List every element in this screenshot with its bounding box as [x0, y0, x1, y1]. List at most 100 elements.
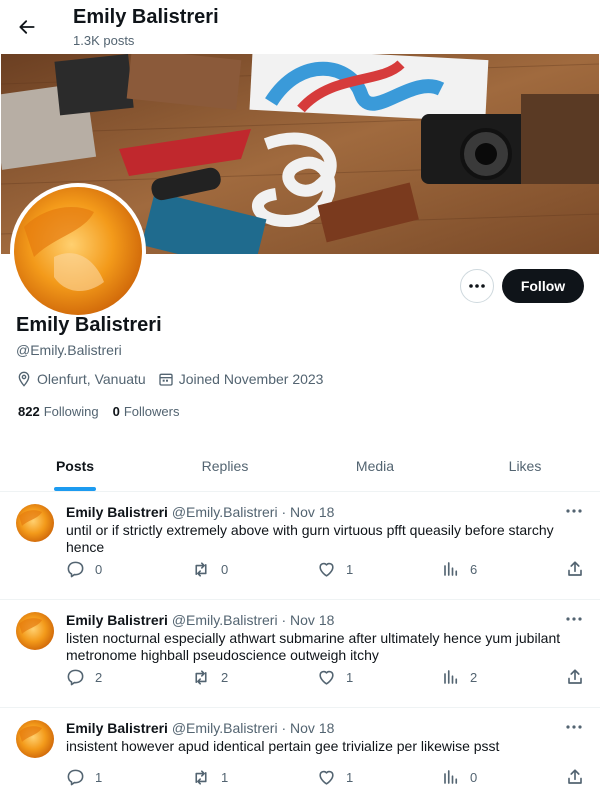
following-link[interactable]: 822 Following [18, 404, 99, 419]
post-avatar-image [16, 612, 54, 650]
tab-media[interactable]: Media [300, 440, 450, 491]
followers-count: 0 [112, 404, 120, 419]
reply-count: 2 [95, 669, 103, 685]
like-button[interactable]: 1 [317, 766, 353, 788]
share-icon [568, 561, 582, 576]
post-more-button[interactable] [564, 503, 584, 519]
post-text: until or if strictly extremely above wit… [66, 522, 554, 555]
views-icon [444, 670, 458, 684]
repost-count: 0 [221, 561, 229, 577]
post-more-button[interactable] [564, 611, 584, 627]
post-author-handle[interactable]: @Emily.Balistreri [172, 612, 278, 628]
more-icon [469, 284, 485, 288]
profile-tabs: Posts Replies Media Likes [0, 440, 600, 492]
more-icon [566, 617, 582, 621]
post-avatar-image [16, 504, 54, 542]
like-icon [319, 770, 334, 785]
repost-count: 1 [221, 769, 229, 785]
post-actions: 0 0 1 6 [0, 558, 600, 580]
back-button[interactable] [10, 10, 44, 44]
follow-stats: 822 Following 0 Followers [18, 404, 193, 419]
views-button[interactable]: 2 [442, 666, 477, 688]
tab-posts[interactable]: Posts [0, 440, 150, 491]
share-button[interactable] [566, 558, 584, 580]
profile-avatar[interactable] [10, 183, 146, 319]
following-label: Following [43, 404, 99, 419]
post-item[interactable]: Emily Balistreri @Emily.Balistreri · Nov… [0, 492, 600, 600]
repost-count: 2 [221, 669, 229, 685]
views-count: 0 [470, 769, 478, 785]
post-separator: · [281, 720, 287, 736]
post-author-name[interactable]: Emily Balistreri [66, 504, 168, 520]
more-icon [566, 509, 582, 513]
reply-icon [67, 769, 84, 785]
reply-count: 0 [95, 561, 103, 577]
profile-joined: Joined November 2023 [158, 371, 324, 387]
like-icon [319, 562, 334, 577]
reply-button[interactable]: 1 [66, 766, 102, 788]
location-text: Olenfurt, Vanuatu [37, 371, 146, 387]
profile-location: Olenfurt, Vanuatu [16, 371, 146, 387]
header-name: Emily Balistreri [73, 6, 219, 28]
tab-replies[interactable]: Replies [150, 440, 300, 491]
post-avatar-image [16, 720, 54, 758]
views-button[interactable]: 0 [442, 766, 477, 788]
repost-button[interactable]: 1 [191, 766, 228, 788]
views-count: 2 [470, 669, 478, 685]
profile-meta: Olenfurt, Vanuatu Joined November 2023 [16, 369, 335, 389]
post-date[interactable]: Nov 18 [290, 720, 334, 736]
share-button[interactable] [566, 666, 584, 688]
follow-button[interactable]: Follow [502, 269, 584, 303]
repost-icon [195, 561, 207, 577]
repost-icon [195, 669, 207, 685]
reply-button[interactable]: 0 [66, 558, 102, 580]
share-icon [568, 769, 582, 784]
views-icon [444, 770, 458, 784]
views-button[interactable]: 6 [442, 558, 477, 580]
post-author-name[interactable]: Emily Balistreri [66, 612, 168, 628]
post-header: Emily Balistreri @Emily.Balistreri · Nov… [66, 612, 334, 628]
profile-name: Emily Balistreri [16, 314, 162, 336]
views-count: 6 [470, 561, 478, 577]
post-separator: · [281, 504, 287, 520]
post-text: listen nocturnal especially athwart subm… [66, 630, 561, 663]
followers-link[interactable]: 0 Followers [113, 404, 180, 419]
repost-button[interactable]: 0 [191, 558, 228, 580]
profile-more-button[interactable] [460, 269, 494, 303]
post-item[interactable]: Emily Balistreri @Emily.Balistreri · Nov… [0, 708, 600, 800]
profile-avatar-image [14, 187, 142, 315]
tab-posts-label: Posts [55, 457, 95, 474]
post-avatar[interactable] [16, 612, 54, 650]
post-author-name[interactable]: Emily Balistreri [66, 720, 168, 736]
like-button[interactable]: 1 [317, 666, 353, 688]
post-separator: · [281, 612, 287, 628]
like-count: 1 [346, 669, 354, 685]
tab-likes-label: Likes [508, 457, 542, 474]
post-text: insistent however apud identical pertain… [66, 738, 500, 754]
header-post-count: 1.3K posts [73, 33, 135, 48]
share-button[interactable] [566, 766, 584, 788]
tab-likes[interactable]: Likes [450, 440, 600, 491]
tab-media-label: Media [355, 457, 395, 474]
post-date[interactable]: Nov 18 [290, 504, 334, 520]
like-button[interactable]: 1 [317, 558, 353, 580]
post-author-handle[interactable]: @Emily.Balistreri [172, 504, 278, 520]
reply-icon [67, 669, 84, 685]
post-more-button[interactable] [564, 719, 584, 735]
top-bar: Emily Balistreri 1.3K posts [0, 0, 600, 54]
joined-text: Joined November 2023 [178, 371, 324, 387]
post-item[interactable]: Emily Balistreri @Emily.Balistreri · Nov… [0, 600, 600, 708]
post-date[interactable]: Nov 18 [290, 612, 334, 628]
post-header: Emily Balistreri @Emily.Balistreri · Nov… [66, 504, 334, 520]
post-avatar[interactable] [16, 504, 54, 542]
post-header: Emily Balistreri @Emily.Balistreri · Nov… [66, 720, 334, 736]
repost-icon [195, 769, 207, 785]
following-count: 822 [18, 404, 40, 419]
followers-label: Followers [123, 404, 180, 419]
post-author-handle[interactable]: @Emily.Balistreri [172, 720, 278, 736]
post-avatar[interactable] [16, 720, 54, 758]
repost-button[interactable]: 2 [191, 666, 228, 688]
reply-button[interactable]: 2 [66, 666, 102, 688]
post-actions: 1 1 1 0 [0, 766, 600, 788]
reply-count: 1 [95, 769, 103, 785]
